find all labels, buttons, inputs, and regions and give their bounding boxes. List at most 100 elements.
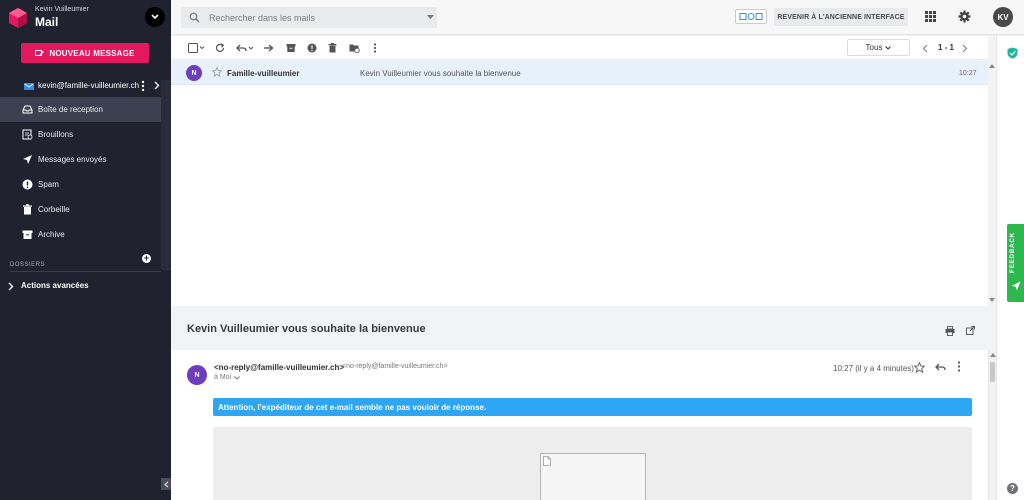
sender-avatar: N: [187, 365, 207, 385]
sidebar-item-label: Spam: [38, 180, 59, 189]
chevron-right-icon[interactable]: [154, 81, 160, 90]
kebab-icon: [373, 43, 377, 53]
sidebar-divider: [10, 271, 161, 272]
message-from-address: <no-reply@famille-vuilleumier.ch>: [342, 363, 448, 370]
message-body: [213, 427, 972, 500]
mail-toolbar: Tous 1 - 1: [171, 36, 988, 60]
scrollbar-thumb[interactable]: [990, 362, 995, 382]
sidebar: Kevin Vuilleumier Mail NOUVEAU MESSAGE k…: [0, 0, 171, 500]
print-icon[interactable]: [945, 326, 955, 336]
brand-header: Kevin Vuilleumier Mail: [0, 0, 171, 38]
scroll-down-icon[interactable]: [989, 298, 995, 302]
app-switcher-button[interactable]: [145, 7, 165, 27]
sidebar-item-label: Brouillons: [38, 130, 74, 139]
add-folder-icon[interactable]: +: [142, 254, 151, 263]
search-input[interactable]: [209, 10, 409, 25]
image-placeholder: [540, 453, 646, 500]
select-all-checkbox[interactable]: [188, 42, 205, 54]
sync-icon: [739, 13, 763, 20]
help-icon[interactable]: ?: [1007, 483, 1018, 494]
star-icon[interactable]: [212, 67, 222, 77]
sidebar-item-spam[interactable]: Spam: [0, 172, 161, 197]
scroll-up-icon[interactable]: [989, 64, 995, 68]
message-card: N <no-reply@famille-vuilleumier.ch> <no-…: [171, 350, 988, 500]
reply-menu-button[interactable]: [236, 42, 254, 54]
message-scrollbar[interactable]: [988, 350, 996, 500]
chevron-down-icon: [234, 375, 240, 380]
kebab-icon[interactable]: [957, 361, 961, 372]
move-folder-icon: [349, 44, 360, 53]
forward-button[interactable]: [263, 42, 274, 54]
user-avatar[interactable]: KV: [993, 7, 1013, 27]
shield-check-icon[interactable]: [1007, 47, 1018, 59]
reply-icon: [236, 44, 254, 52]
sidebar-item-sent[interactable]: Messages envoyés: [0, 147, 161, 172]
mail-subject: Kevin Vuilleumier vous souhaite la bienv…: [360, 69, 521, 78]
kebab-icon[interactable]: [141, 80, 145, 92]
sender-avatar: N: [186, 65, 202, 81]
sidebar-item-label: Corbeille: [38, 205, 70, 214]
spam-icon: [22, 179, 33, 190]
forward-icon: [264, 44, 274, 52]
chevron-left-icon[interactable]: [922, 44, 928, 53]
apps-grid-icon[interactable]: [925, 11, 936, 22]
sidebar-item-inbox[interactable]: Boîte de reception: [0, 97, 161, 122]
collapse-sidebar-button[interactable]: [161, 478, 171, 490]
spam-icon: [307, 43, 317, 53]
open-external-icon[interactable]: [966, 326, 975, 335]
caret-down-icon[interactable]: [427, 15, 434, 20]
trash-icon: [328, 43, 337, 53]
right-rail: FEEDBACK ?: [996, 36, 1024, 500]
refresh-icon: [215, 43, 225, 53]
mail-list-scrollbar[interactable]: [988, 61, 996, 306]
pager-label: 1 - 1: [938, 43, 955, 52]
sidebar-item-archive[interactable]: Archive: [0, 222, 161, 247]
refresh-button[interactable]: [215, 42, 225, 54]
sidebar-scrollbar[interactable]: [161, 80, 171, 270]
archive-icon: [22, 230, 33, 239]
chevron-left-icon: [163, 481, 168, 487]
search-icon: [189, 12, 200, 23]
no-reply-warning-banner: Attention, l'expéditeur de cet e-mail se…: [213, 398, 972, 416]
back-to-old-interface-button[interactable]: REVENIR À L'ANCIENNE INTERFACE: [774, 8, 908, 26]
paper-plane-icon: [1011, 281, 1021, 291]
message-from-name: <no-reply@famille-vuilleumier.ch>: [214, 363, 345, 372]
feedback-label: FEEDBACK: [1009, 232, 1016, 273]
new-message-button[interactable]: NOUVEAU MESSAGE: [21, 43, 149, 63]
folders-label: DOSSIERS: [10, 262, 46, 268]
reply-icon[interactable]: [935, 362, 946, 372]
sidebar-item-trash[interactable]: Corbeille: [0, 197, 161, 222]
brand-user-name: Kevin Vuilleumier: [35, 6, 89, 13]
spam-button[interactable]: [307, 42, 317, 54]
sidebar-item-label: Messages envoyés: [38, 155, 107, 164]
archive-icon: [286, 44, 296, 52]
archive-button[interactable]: [286, 42, 296, 54]
search-box[interactable]: [181, 7, 437, 28]
advanced-actions-label: Actions avancées: [21, 281, 89, 290]
mail-logo-icon: [9, 8, 27, 28]
message-title: Kevin Vuilleumier vous souhaite la bienv…: [187, 323, 426, 335]
message-time: 10:27 (il y a 4 minutes): [833, 364, 914, 373]
sync-badge-icon[interactable]: [735, 9, 767, 24]
feedback-button[interactable]: FEEDBACK: [1007, 224, 1024, 302]
checkbox-icon: [188, 43, 205, 53]
delete-button[interactable]: [328, 42, 337, 54]
filter-select[interactable]: Tous: [847, 39, 910, 56]
chevron-down-icon: [885, 45, 892, 50]
trash-icon: [23, 204, 32, 215]
brand-app-name: Mail: [35, 15, 59, 29]
message-recipients[interactable]: à Moi: [214, 374, 240, 381]
list-item[interactable]: N Famille-vuilleumier Kevin Vuilleumier …: [171, 61, 988, 85]
move-button[interactable]: [349, 42, 360, 54]
chevron-right-icon[interactable]: [962, 44, 968, 53]
more-actions-button[interactable]: [373, 42, 377, 54]
star-icon[interactable]: [914, 362, 925, 373]
mail-list: N Famille-vuilleumier Kevin Vuilleumier …: [171, 61, 988, 306]
filter-select-value: Tous: [865, 43, 883, 52]
gear-icon[interactable]: [958, 10, 971, 23]
top-bar: REVENIR À L'ANCIENNE INTERFACE KV: [171, 0, 1024, 35]
account-row[interactable]: kevin@famille-vuilleumier.ch: [0, 77, 171, 96]
inbox-icon: [22, 105, 33, 114]
envelope-icon: [24, 83, 34, 90]
sidebar-item-drafts[interactable]: Brouillons: [0, 122, 161, 147]
